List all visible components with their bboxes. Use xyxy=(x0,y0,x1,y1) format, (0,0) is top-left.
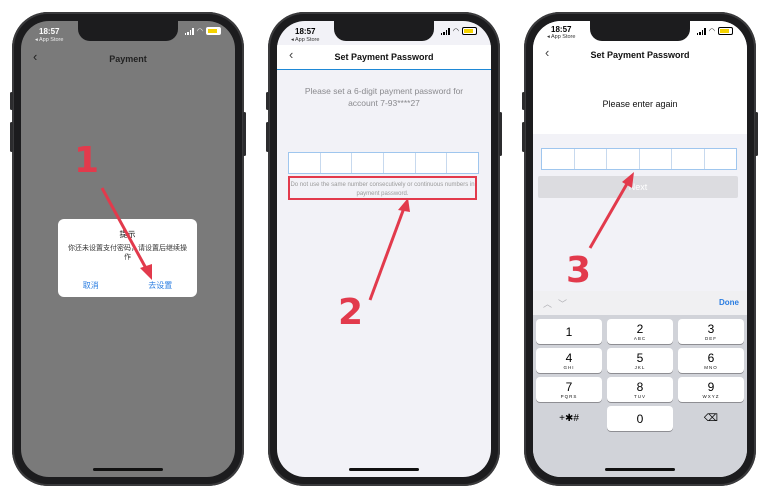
status-time: 18:57 xyxy=(551,25,572,34)
notch xyxy=(78,21,178,41)
signal-icon xyxy=(696,27,706,35)
back-to-app-link[interactable]: ◂ App Store xyxy=(35,37,63,43)
wifi-icon: ◠ xyxy=(196,28,203,35)
signal-icon xyxy=(184,27,194,35)
status-time: 18:57 xyxy=(295,27,316,36)
wifi-icon: ◠ xyxy=(452,28,459,35)
battery-icon xyxy=(462,27,477,35)
back-to-app-link[interactable]: ◂ App Store xyxy=(547,34,575,40)
notch xyxy=(334,21,434,41)
wifi-icon: ◠ xyxy=(708,28,715,35)
back-to-app-link[interactable]: ◂ App Store xyxy=(291,37,319,43)
status-time: 18:57 xyxy=(39,27,60,36)
battery-icon xyxy=(206,27,221,35)
signal-icon xyxy=(440,27,450,35)
notch xyxy=(590,21,690,41)
battery-icon xyxy=(718,27,733,35)
annotation-arrow-3 xyxy=(588,172,634,249)
